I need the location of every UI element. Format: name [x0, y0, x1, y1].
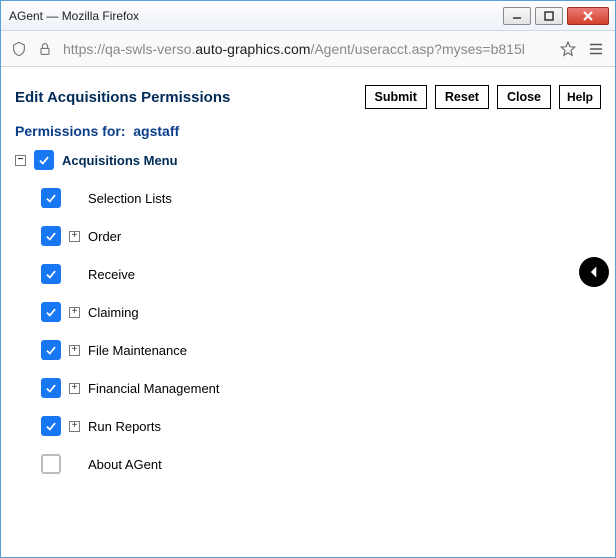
url-suffix: /Agent/useracct.asp?myses=b815l: [310, 41, 524, 57]
tree-item-label: Receive: [88, 267, 135, 282]
close-button[interactable]: Close: [497, 85, 551, 109]
window-close-button[interactable]: [567, 7, 609, 25]
expander-spacer: [69, 193, 80, 204]
tree-root-label: Acquisitions Menu: [62, 153, 178, 168]
tree-item-label: Selection Lists: [88, 191, 172, 206]
action-buttons: Submit Reset Close Help: [365, 85, 601, 109]
permissions-for-value: agstaff: [133, 123, 179, 139]
permissions-tree: − Acquisitions Menu Selection Lists + Or…: [15, 147, 601, 477]
tree-item-label: Order: [88, 229, 121, 244]
tree-item: + Claiming: [41, 299, 601, 325]
tree-item: Receive: [41, 261, 601, 287]
url-prefix: https://qa-swls-verso.: [63, 41, 195, 57]
tree-item: + Order: [41, 223, 601, 249]
tree-item: Selection Lists: [41, 185, 601, 211]
window-title: AGent — Mozilla Firefox: [9, 9, 503, 23]
expand-icon[interactable]: +: [69, 231, 80, 242]
bookmark-star-icon[interactable]: [559, 40, 577, 58]
tree-item-label: About AGent: [88, 457, 162, 472]
reset-button[interactable]: Reset: [435, 85, 489, 109]
permissions-for-label: Permissions for:: [15, 123, 125, 139]
expand-icon[interactable]: +: [69, 307, 80, 318]
browser-window: AGent — Mozilla Firefox https://qa-swls-…: [0, 0, 616, 558]
checkbox-selection-lists[interactable]: [41, 188, 61, 208]
lock-icon[interactable]: [37, 41, 53, 57]
url-domain: auto-graphics.com: [195, 41, 310, 57]
page-title: Edit Acquisitions Permissions: [15, 89, 230, 106]
checkbox-receive[interactable]: [41, 264, 61, 284]
address-bar: https://qa-swls-verso.auto-graphics.com/…: [1, 31, 615, 67]
expand-icon[interactable]: +: [69, 345, 80, 356]
checkbox-file-maintenance[interactable]: [41, 340, 61, 360]
tree-item-label: Financial Management: [88, 381, 220, 396]
maximize-button[interactable]: [535, 7, 563, 25]
collapse-icon[interactable]: −: [15, 155, 26, 166]
checkbox-about-agent[interactable]: [41, 454, 61, 474]
expander-spacer: [69, 459, 80, 470]
checkbox-run-reports[interactable]: [41, 416, 61, 436]
expand-icon[interactable]: +: [69, 383, 80, 394]
submit-button[interactable]: Submit: [365, 85, 427, 109]
shield-icon[interactable]: [11, 41, 27, 57]
tree-item: + Run Reports: [41, 413, 601, 439]
page-content: Edit Acquisitions Permissions Submit Res…: [1, 67, 615, 557]
help-button[interactable]: Help: [559, 85, 601, 109]
tree-item-label: File Maintenance: [88, 343, 187, 358]
scroll-left-button[interactable]: [579, 257, 609, 287]
tree-item-label: Claiming: [88, 305, 139, 320]
tree-root: − Acquisitions Menu: [15, 147, 601, 173]
tree-item-label: Run Reports: [88, 419, 161, 434]
tree-item: + Financial Management: [41, 375, 601, 401]
window-controls: [503, 7, 609, 25]
checkbox-financial-management[interactable]: [41, 378, 61, 398]
permissions-for: Permissions for: agstaff: [15, 123, 601, 139]
tree-item: + File Maintenance: [41, 337, 601, 363]
expand-icon[interactable]: +: [69, 421, 80, 432]
checkbox-acquisitions-menu[interactable]: [34, 150, 54, 170]
expander-spacer: [69, 269, 80, 280]
titlebar: AGent — Mozilla Firefox: [1, 1, 615, 31]
page-header: Edit Acquisitions Permissions Submit Res…: [15, 77, 601, 123]
minimize-button[interactable]: [503, 7, 531, 25]
checkbox-claiming[interactable]: [41, 302, 61, 322]
checkbox-order[interactable]: [41, 226, 61, 246]
url-field[interactable]: https://qa-swls-verso.auto-graphics.com/…: [63, 35, 549, 63]
menu-icon[interactable]: [587, 40, 605, 58]
tree-item: About AGent: [41, 451, 601, 477]
